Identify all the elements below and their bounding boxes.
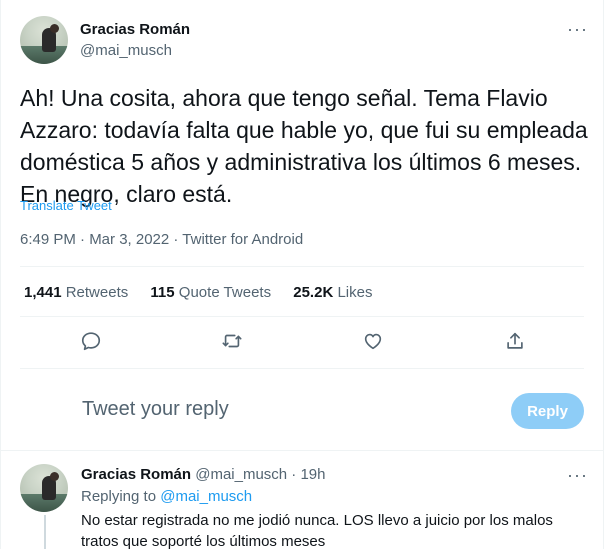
tweet-stats: 1,441 Retweets 115 Quote Tweets 25.2K Li…: [24, 284, 390, 301]
reply-header: Gracias Román @mai_musch · 19h: [81, 466, 326, 483]
replying-to-handle[interactable]: @mai_musch: [160, 488, 252, 505]
reply-input[interactable]: Tweet your reply: [82, 398, 229, 421]
thread-line: [44, 515, 46, 549]
reply-more-options-icon[interactable]: ···: [567, 466, 588, 484]
author-handle[interactable]: @mai_musch: [80, 42, 172, 59]
divider: [1, 450, 603, 451]
retweets-count: 1,441: [24, 284, 62, 301]
retweets-label: Retweets: [65, 284, 129, 301]
author-name[interactable]: Gracias Román: [80, 21, 190, 38]
translate-tweet-link[interactable]: Translate Tweet: [20, 198, 112, 213]
share-icon[interactable]: [504, 330, 528, 354]
reply-author-avatar[interactable]: [20, 464, 68, 512]
reply-author-handle[interactable]: @mai_musch · 19h: [195, 466, 325, 483]
reply-icon[interactable]: [80, 330, 104, 354]
divider: [20, 316, 584, 317]
replying-to-label: Replying to: [81, 488, 157, 505]
quote-tweets-count: 115: [150, 284, 175, 301]
divider: [20, 368, 584, 369]
like-icon[interactable]: [362, 330, 386, 354]
tweet-text: Ah! Una cosita, ahora que tengo señal. T…: [20, 85, 588, 207]
author-avatar[interactable]: [20, 16, 68, 64]
quote-tweets-stat[interactable]: 115 Quote Tweets: [150, 284, 271, 301]
quote-tweets-label: Quote Tweets: [178, 284, 272, 301]
reply-author-name[interactable]: Gracias Román: [81, 466, 191, 483]
retweet-icon[interactable]: [221, 330, 245, 354]
divider: [20, 266, 584, 267]
tweet-timestamp[interactable]: 6:49 PM · Mar 3, 2022 · Twitter for Andr…: [20, 231, 303, 248]
tweet-detail-panel: Gracias Román @mai_musch ··· Ah! Una cos…: [0, 0, 604, 550]
likes-label: Likes: [337, 284, 373, 301]
likes-stat[interactable]: 25.2K Likes: [293, 284, 372, 301]
reply-tweet-text: No estar registrada no me jodió nunca. L…: [81, 512, 553, 550]
likes-count: 25.2K: [293, 284, 334, 301]
more-options-icon[interactable]: ···: [567, 20, 588, 38]
retweets-stat[interactable]: 1,441 Retweets: [24, 284, 128, 301]
reply-button[interactable]: Reply: [511, 393, 584, 429]
replying-to: Replying to @mai_musch: [81, 488, 252, 505]
